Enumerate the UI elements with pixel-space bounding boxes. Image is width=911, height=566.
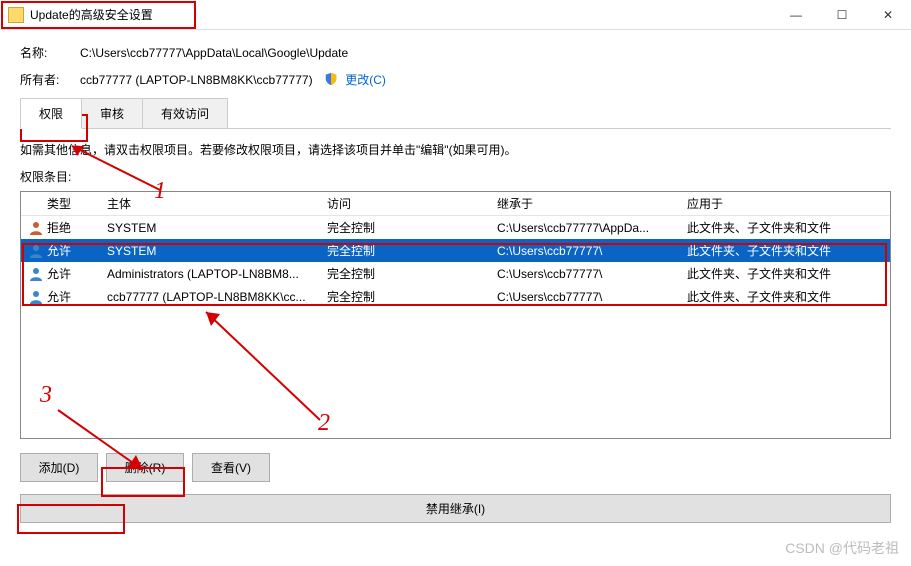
owner-label: 所有者: <box>20 71 80 88</box>
col-inherit[interactable]: 继承于 <box>497 195 687 212</box>
button-bar: 添加(D) 删除(R) 查看(V) <box>20 453 891 482</box>
close-button[interactable]: ✕ <box>865 0 911 30</box>
tab-permissions[interactable]: 权限 <box>20 98 82 129</box>
window-controls: — ☐ ✕ <box>773 0 911 30</box>
cell-type: 允许 <box>47 242 107 259</box>
cell-applies: 此文件夹、子文件夹和文件 <box>687 288 886 305</box>
content-area: 名称: C:\Users\ccb77777\AppData\Local\Goog… <box>0 30 911 533</box>
cell-principal: SYSTEM <box>107 244 327 258</box>
cell-access: 完全控制 <box>327 265 497 282</box>
user-icon <box>25 289 47 305</box>
cell-access: 完全控制 <box>327 219 497 236</box>
cell-applies: 此文件夹、子文件夹和文件 <box>687 219 886 236</box>
cell-inherit: C:\Users\ccb77777\AppDa... <box>497 221 687 235</box>
owner-value: ccb77777 (LAPTOP-LN8BM8KK\ccb77777) 更改(C… <box>80 71 386 88</box>
col-type[interactable]: 类型 <box>47 195 107 212</box>
tabs: 权限 审核 有效访问 <box>20 98 891 129</box>
window-title: Update的高级安全设置 <box>30 6 773 23</box>
table-row[interactable]: 拒绝SYSTEM完全控制C:\Users\ccb77777\AppDa...此文… <box>21 216 890 239</box>
entries-label: 权限条目: <box>20 168 891 185</box>
change-owner-link[interactable]: 更改(C) <box>345 73 386 87</box>
cell-applies: 此文件夹、子文件夹和文件 <box>687 242 886 259</box>
user-icon <box>25 220 47 236</box>
table-header: 类型 主体 访问 继承于 应用于 <box>21 192 890 216</box>
titlebar: Update的高级安全设置 — ☐ ✕ <box>0 0 911 30</box>
folder-icon <box>8 7 24 23</box>
help-text: 如需其他信息，请双击权限项目。若要修改权限项目，请选择该项目并单击"编辑"(如果… <box>20 141 891 158</box>
tab-audit[interactable]: 审核 <box>81 98 143 128</box>
cell-principal: SYSTEM <box>107 221 327 235</box>
disable-inheritance-button[interactable]: 禁用继承(I) <box>20 494 891 523</box>
tab-effective-access[interactable]: 有效访问 <box>142 98 228 128</box>
remove-button[interactable]: 删除(R) <box>106 453 184 482</box>
table-row[interactable]: 允许ccb77777 (LAPTOP-LN8BM8KK\cc...完全控制C:\… <box>21 285 890 308</box>
add-button[interactable]: 添加(D) <box>20 453 98 482</box>
col-principal[interactable]: 主体 <box>107 195 327 212</box>
minimize-button[interactable]: — <box>773 0 819 30</box>
maximize-button[interactable]: ☐ <box>819 0 865 30</box>
cell-access: 完全控制 <box>327 288 497 305</box>
shield-icon <box>324 72 338 86</box>
table-row[interactable]: 允许Administrators (LAPTOP-LN8BM8...完全控制C:… <box>21 262 890 285</box>
cell-type: 允许 <box>47 265 107 282</box>
col-applies[interactable]: 应用于 <box>687 195 886 212</box>
cell-type: 允许 <box>47 288 107 305</box>
cell-type: 拒绝 <box>47 219 107 236</box>
name-value: C:\Users\ccb77777\AppData\Local\Google\U… <box>80 46 348 60</box>
user-icon <box>25 243 47 259</box>
owner-text: ccb77777 (LAPTOP-LN8BM8KK\ccb77777) <box>80 73 313 87</box>
cell-inherit: C:\Users\ccb77777\ <box>497 267 687 281</box>
col-access[interactable]: 访问 <box>327 195 497 212</box>
cell-access: 完全控制 <box>327 242 497 259</box>
cell-principal: ccb77777 (LAPTOP-LN8BM8KK\cc... <box>107 290 327 304</box>
permissions-table: 类型 主体 访问 继承于 应用于 拒绝SYSTEM完全控制C:\Users\cc… <box>20 191 891 439</box>
cell-inherit: C:\Users\ccb77777\ <box>497 290 687 304</box>
view-button[interactable]: 查看(V) <box>192 453 270 482</box>
cell-principal: Administrators (LAPTOP-LN8BM8... <box>107 267 327 281</box>
table-row[interactable]: 允许SYSTEM完全控制C:\Users\ccb77777\此文件夹、子文件夹和… <box>21 239 890 262</box>
cell-applies: 此文件夹、子文件夹和文件 <box>687 265 886 282</box>
user-icon <box>25 266 47 282</box>
cell-inherit: C:\Users\ccb77777\ <box>497 244 687 258</box>
name-label: 名称: <box>20 44 80 61</box>
watermark: CSDN @代码老祖 <box>785 538 899 558</box>
